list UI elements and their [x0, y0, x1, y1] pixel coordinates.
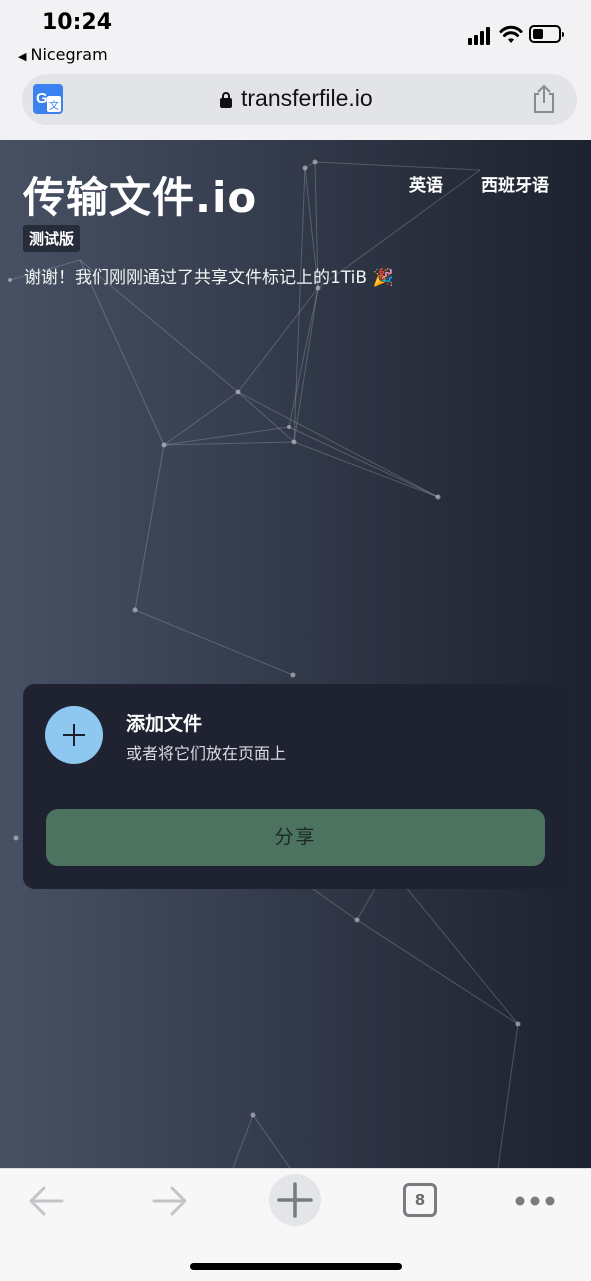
- announcement-text: 谢谢！我们刚刚通过了共享文件标记上的1TiB 🎉: [24, 268, 394, 288]
- share-button[interactable]: 分享: [46, 809, 545, 866]
- browser-toolbar: 8: [0, 1168, 591, 1281]
- more-options-icon[interactable]: [514, 1179, 556, 1223]
- forward-arrow-icon[interactable]: [150, 1179, 190, 1223]
- translate-icon[interactable]: G 文: [33, 84, 63, 114]
- battery-icon: [529, 25, 564, 43]
- clock: 10:24: [42, 10, 113, 35]
- back-to-app-link[interactable]: ◀ Nicegram: [18, 45, 108, 64]
- web-page: 传输文件.io 英语 西班牙语 测试版 谢谢！我们刚刚通过了共享文件标记上的1T…: [0, 140, 591, 1168]
- add-file-button[interactable]: [45, 706, 103, 764]
- url-text[interactable]: transferfile.io: [241, 85, 373, 112]
- lang-spanish-link[interactable]: 西班牙语: [481, 171, 549, 196]
- add-file-subtitle: 或者将它们放在页面上: [126, 744, 287, 763]
- beta-badge: 测试版: [23, 225, 81, 252]
- upload-card: 添加文件 或者将它们放在页面上 分享: [23, 684, 571, 889]
- address-bar[interactable]: G 文 transferfile.io: [22, 74, 577, 125]
- status-bar: 10:24 ◀ Nicegram: [0, 0, 591, 70]
- site-logo[interactable]: 传输文件.io: [23, 164, 257, 225]
- back-arrow-icon[interactable]: [26, 1179, 66, 1223]
- tabs-button[interactable]: 8: [403, 1183, 437, 1217]
- svg-text:G: G: [36, 90, 48, 107]
- add-file-title[interactable]: 添加文件: [126, 709, 202, 736]
- wifi-icon: [499, 25, 523, 43]
- lock-icon: [220, 92, 232, 108]
- cellular-signal-icon: [468, 27, 492, 45]
- network-background: [8, 159, 570, 1168]
- back-triangle-icon: ◀: [18, 50, 27, 63]
- back-app-label: Nicegram: [30, 45, 108, 64]
- lang-english-link[interactable]: 英语: [409, 171, 443, 196]
- home-indicator[interactable]: [190, 1263, 402, 1270]
- share-icon[interactable]: [531, 84, 557, 114]
- new-tab-plus-icon[interactable]: [268, 1173, 322, 1227]
- tab-count: 8: [403, 1183, 437, 1217]
- svg-text:文: 文: [49, 99, 59, 112]
